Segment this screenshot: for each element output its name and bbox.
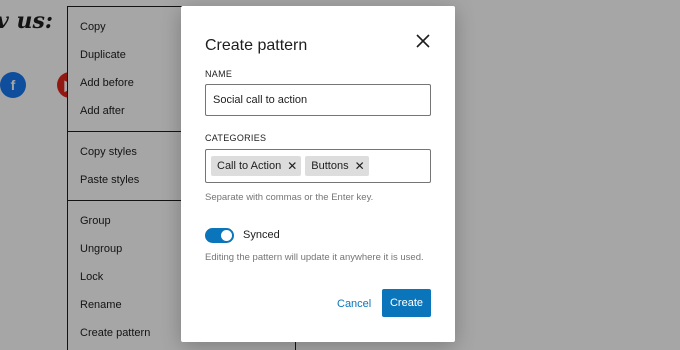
close-icon xyxy=(416,34,430,48)
categories-help-text: Separate with commas or the Enter key. xyxy=(205,192,374,203)
category-token-label: Buttons xyxy=(311,160,349,172)
create-pattern-modal: Create pattern NAME CATEGORIES Call to A… xyxy=(181,6,455,342)
category-token: Buttons ✕ xyxy=(305,156,369,176)
synced-label: Synced xyxy=(243,229,280,241)
name-label: NAME xyxy=(205,69,233,79)
pattern-name-input[interactable] xyxy=(205,84,431,116)
modal-title: Create pattern xyxy=(205,37,308,54)
close-button[interactable] xyxy=(413,31,433,51)
toggle-knob xyxy=(221,230,232,241)
synced-help-text: Editing the pattern will update it anywh… xyxy=(205,252,424,263)
categories-token-field[interactable]: Call to Action ✕ Buttons ✕ xyxy=(205,149,431,183)
category-token: Call to Action ✕ xyxy=(211,156,302,176)
cancel-button[interactable]: Cancel xyxy=(331,290,377,318)
categories-label: CATEGORIES xyxy=(205,133,267,143)
synced-toggle[interactable] xyxy=(205,228,234,243)
remove-token-icon[interactable]: ✕ xyxy=(355,160,365,172)
remove-token-icon[interactable]: ✕ xyxy=(287,160,297,172)
category-token-label: Call to Action xyxy=(217,160,282,172)
create-button[interactable]: Create xyxy=(382,289,431,317)
